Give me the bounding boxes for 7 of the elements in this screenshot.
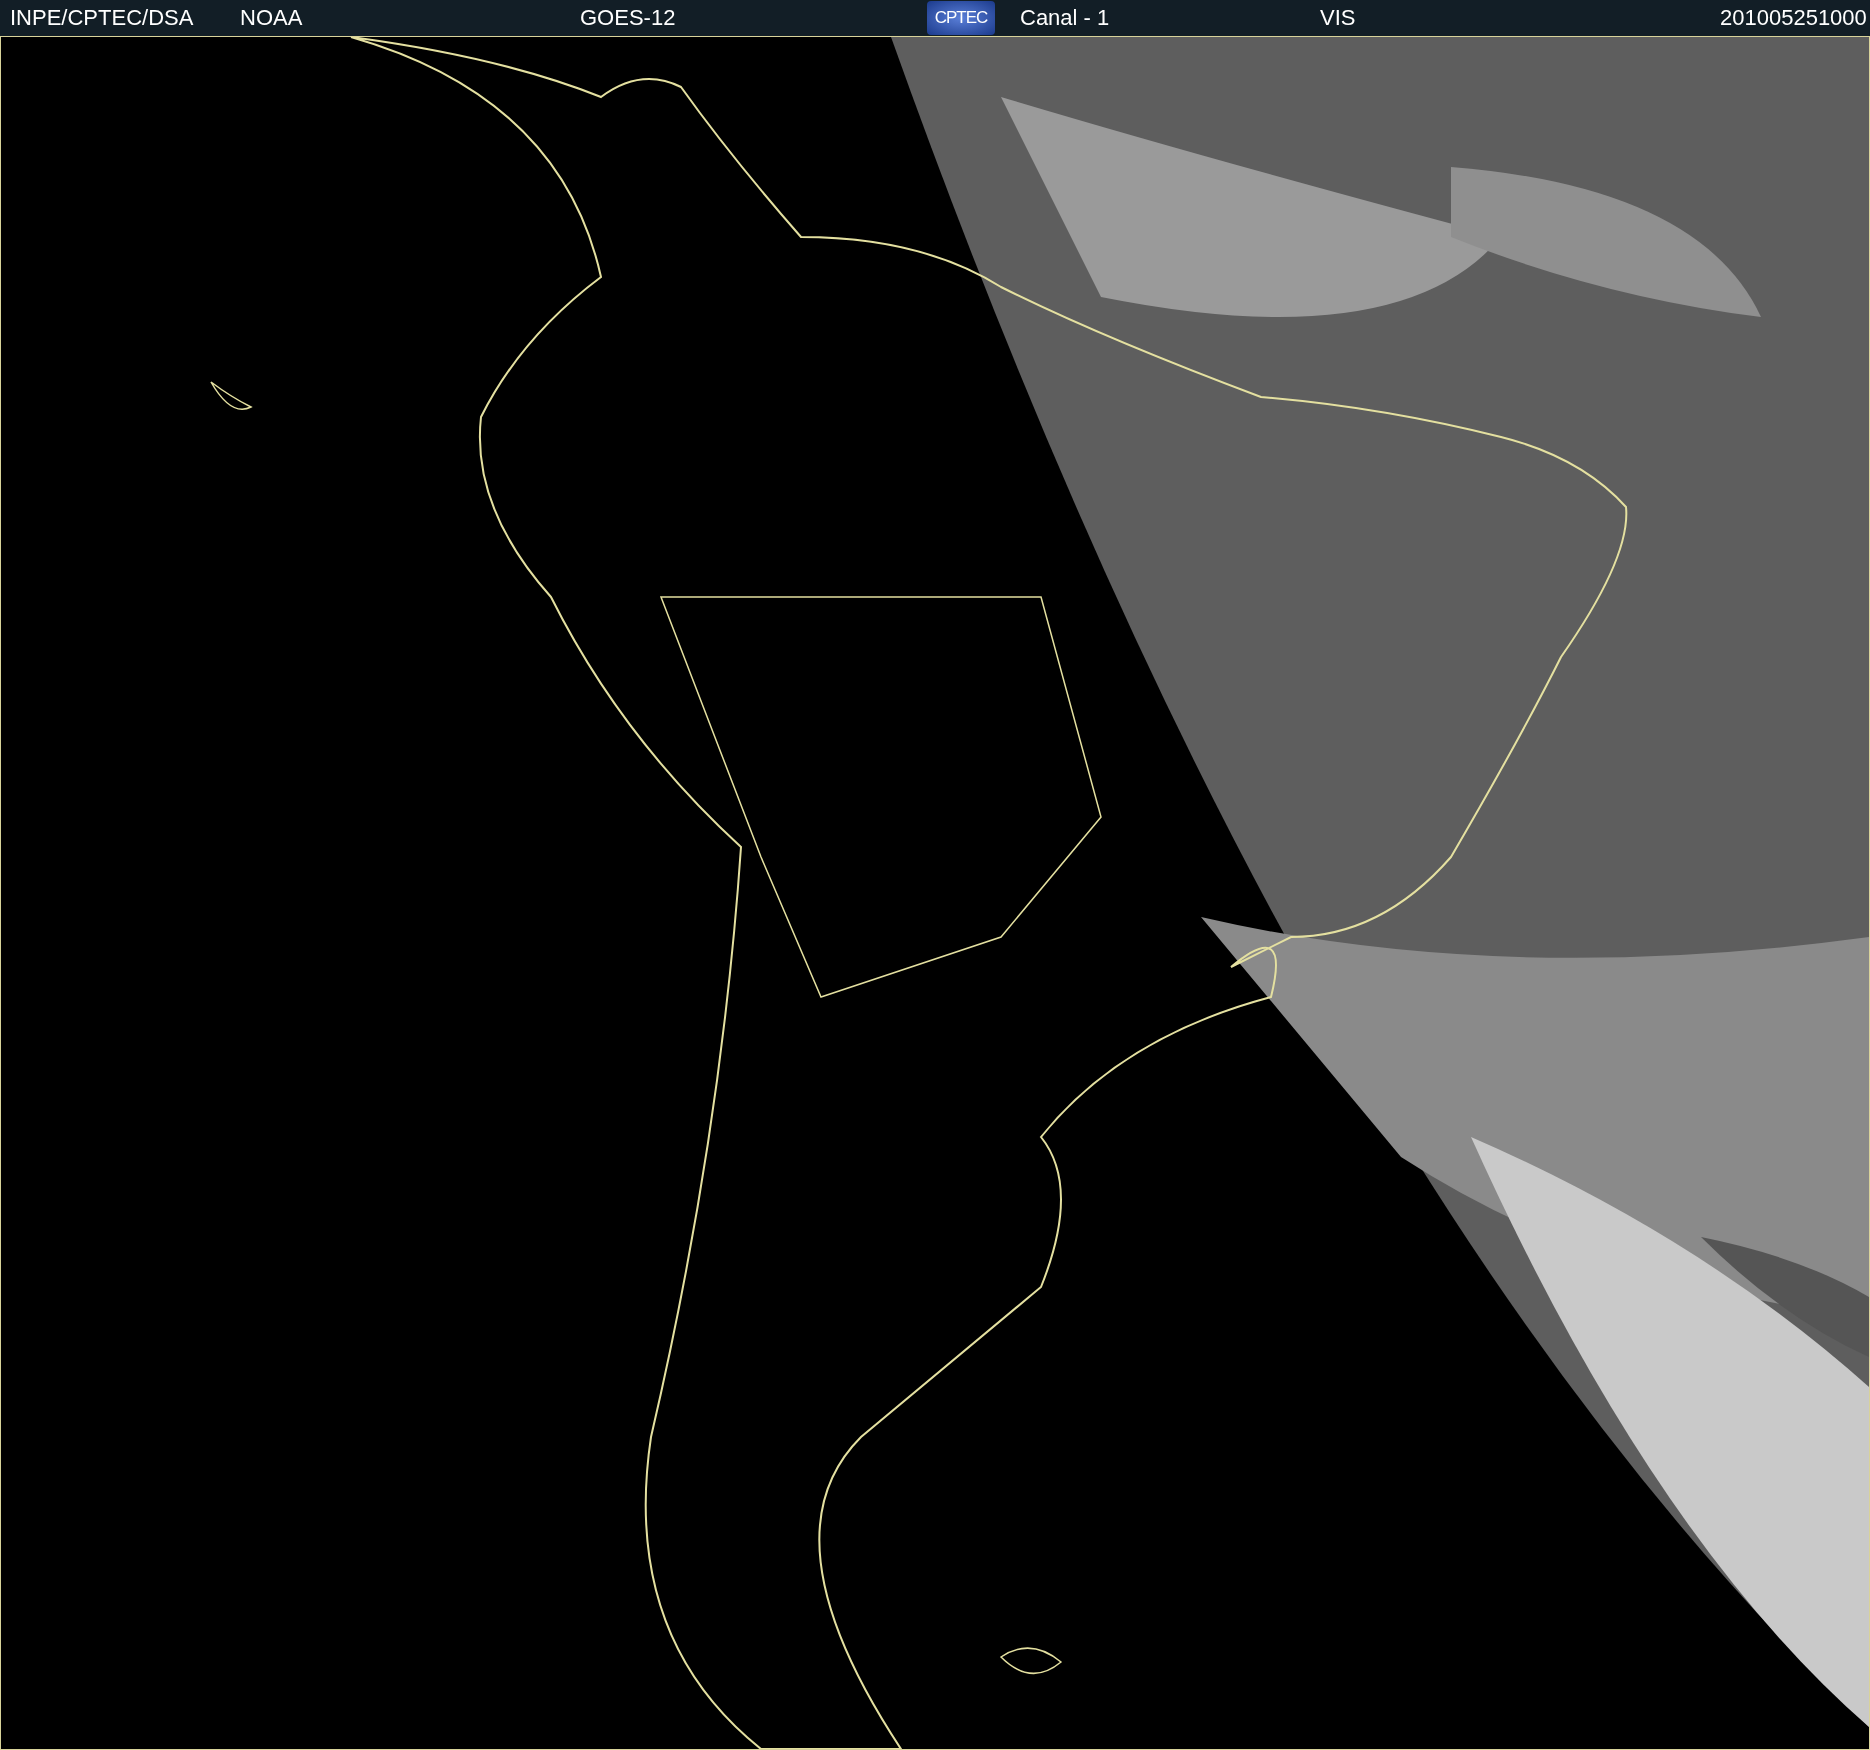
cptec-logo: CPTEC bbox=[927, 1, 995, 35]
header-label: Canal - 1 bbox=[1020, 5, 1110, 31]
header-label: INPE/CPTEC/DSA bbox=[10, 5, 194, 31]
header-label: GOES-12 bbox=[580, 5, 676, 31]
header-label: NOAA bbox=[240, 5, 303, 31]
header-label: VIS bbox=[1320, 5, 1356, 31]
timestamp-label: 201005251000 bbox=[1720, 5, 1867, 31]
